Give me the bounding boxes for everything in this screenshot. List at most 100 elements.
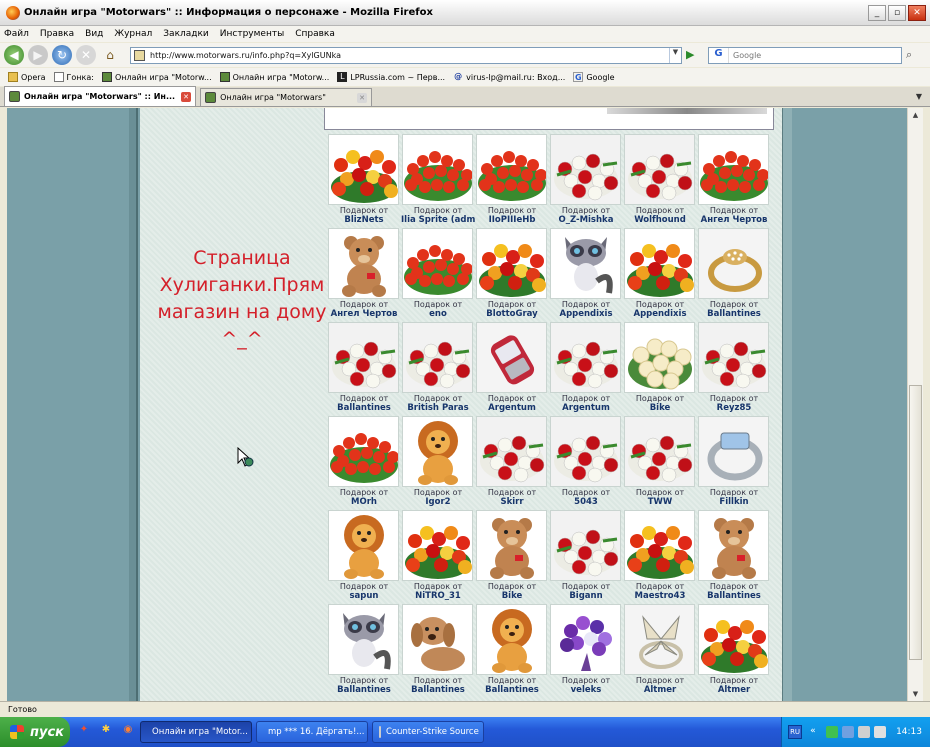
tab-list-dropdown-icon[interactable]: ▼	[912, 92, 926, 106]
gift-item[interactable]: Подарок от Altmer	[623, 604, 697, 698]
gift-sender-name[interactable]: Reyz85	[697, 403, 771, 413]
gift-sender-name[interactable]: Bike	[475, 591, 549, 601]
address-bar[interactable]: http://www.motorwars.ru/info.php?q=XylGU…	[130, 46, 682, 64]
bookmark-lprussia[interactable]: L LPRussia.com ~ Перв...	[337, 72, 445, 82]
gift-item[interactable]: Подарок от IIoPIIIeHb	[475, 134, 549, 228]
search-input[interactable]: Google	[729, 51, 901, 60]
gift-sender-name[interactable]: Altmer	[623, 685, 697, 695]
gift-item[interactable]: Подарок от Reyz85	[697, 322, 771, 416]
back-button[interactable]: ◀	[4, 45, 24, 65]
gift-sender-name[interactable]: Ballantines	[327, 403, 401, 413]
gift-sender-name[interactable]: Altmer	[697, 685, 771, 695]
search-go-icon[interactable]: ⌕	[906, 48, 920, 62]
menu-edit[interactable]: Правка	[40, 29, 74, 39]
gift-sender-name[interactable]: TWW	[623, 497, 697, 507]
gift-item[interactable]: Подарок от British Paras	[401, 322, 475, 416]
menu-history[interactable]: Журнал	[114, 29, 152, 39]
gift-sender-name[interactable]: Argentum	[475, 403, 549, 413]
tray-volume-icon[interactable]	[874, 726, 887, 738]
gift-item[interactable]: Подарок от BlottoGray	[475, 228, 549, 322]
tray-clover-icon[interactable]	[826, 726, 839, 738]
gift-item[interactable]: Подарок от Ilia Sprite (adm)	[401, 134, 475, 228]
scroll-thumb[interactable]	[909, 385, 922, 660]
gift-item[interactable]: Подарок от Ballantines	[327, 322, 401, 416]
gift-sender-name[interactable]: Ballantines	[475, 685, 549, 695]
gift-sender-name[interactable]: Igor2	[401, 497, 475, 507]
gift-sender-name[interactable]: Bike	[623, 403, 697, 413]
search-engine-icon[interactable]: G	[709, 47, 729, 63]
gift-item[interactable]: Подарок от eno	[401, 228, 475, 322]
gift-item[interactable]: Подарок от MOrh	[327, 416, 401, 510]
gift-item[interactable]: Подарок от Argentum	[549, 322, 623, 416]
menu-help[interactable]: Справка	[295, 29, 335, 39]
menu-tools[interactable]: Инструменты	[220, 29, 284, 39]
vertical-scrollbar[interactable]: ▲ ▼	[907, 108, 923, 701]
home-button[interactable]: ⌂	[100, 45, 120, 65]
bookmark-motorwars-2[interactable]: Онлайн игра "Motorw...	[219, 72, 329, 82]
gift-sender-name[interactable]: Wolfhound	[623, 215, 697, 225]
bookmark-mail[interactable]: @ virus-lp@mail.ru: Вход...	[453, 72, 565, 82]
gift-sender-name[interactable]: BlottoGray	[475, 309, 549, 319]
gift-item[interactable]: Подарок от Appendixis	[623, 228, 697, 322]
gift-item[interactable]: Подарок от Maestro43	[623, 510, 697, 604]
gift-item[interactable]: Подарок от O_Z-Mishka	[549, 134, 623, 228]
gift-item[interactable]: Подарок от Ballantines	[327, 604, 401, 698]
bookmark-google[interactable]: G Google	[573, 72, 615, 82]
scroll-up-icon[interactable]: ▲	[908, 108, 923, 122]
bookmark-opera[interactable]: Opera	[8, 72, 46, 82]
tab-motorwars[interactable]: Онлайн игра "Motorwars" ✕	[200, 88, 373, 106]
quicklaunch-browser-icon[interactable]: ◉	[120, 724, 136, 740]
reload-button[interactable]: ↻	[52, 45, 72, 65]
gift-item[interactable]: Подарок от Altmer	[697, 604, 771, 698]
gift-sender-name[interactable]: BlizNets	[327, 215, 401, 225]
task-player[interactable]: mp *** 16. Дёргать!...	[256, 721, 368, 743]
gift-item[interactable]: Подарок от Skirr	[475, 416, 549, 510]
tray-arrow-icon[interactable]: «	[810, 726, 822, 738]
gift-item[interactable]: Подарок от Argentum	[475, 322, 549, 416]
start-button[interactable]: пуск	[0, 717, 70, 747]
gift-item[interactable]: Подарок от Appendixis	[549, 228, 623, 322]
close-tab-icon[interactable]: ✕	[357, 92, 368, 103]
gift-sender-name[interactable]: Ангел Чертов	[697, 215, 771, 225]
url-dropdown-icon[interactable]: ▼	[669, 47, 681, 63]
scroll-down-icon[interactable]: ▼	[908, 687, 923, 701]
menu-bookmarks[interactable]: Закладки	[163, 29, 209, 39]
gift-sender-name[interactable]: sapun	[327, 591, 401, 601]
gift-sender-name[interactable]: 5043	[549, 497, 623, 507]
gift-sender-name[interactable]: Ballantines	[327, 685, 401, 695]
gift-sender-name[interactable]: eno	[401, 309, 475, 319]
gift-item[interactable]: Подарок от Bike	[475, 510, 549, 604]
gift-item[interactable]: Подарок от BlizNets	[327, 134, 401, 228]
tray-app-icon[interactable]	[858, 726, 871, 738]
maximize-button[interactable]: ▫	[888, 4, 906, 21]
gift-sender-name[interactable]: British Paras	[401, 403, 475, 413]
gift-sender-name[interactable]: MOrh	[327, 497, 401, 507]
language-indicator[interactable]: RU	[788, 725, 803, 739]
close-tab-icon[interactable]: ✕	[181, 91, 192, 102]
gift-sender-name[interactable]: Appendixis	[623, 309, 697, 319]
gift-item[interactable]: Подарок от Bigann	[549, 510, 623, 604]
gift-sender-name[interactable]: Maestro43	[623, 591, 697, 601]
gift-sender-name[interactable]: Ангел Чертов	[327, 309, 401, 319]
task-counter-strike[interactable]: Counter-Strike Source	[372, 721, 484, 743]
stop-button[interactable]: ✕	[76, 45, 96, 65]
bookmark-motorwars-1[interactable]: Онлайн игра "Motorw...	[101, 72, 212, 82]
task-firefox[interactable]: Онлайн игра "Motor...	[140, 721, 252, 743]
gift-sender-name[interactable]: Skirr	[475, 497, 549, 507]
gift-sender-name[interactable]: IIoPIIIeHb	[475, 215, 549, 225]
gift-item[interactable]: Подарок от NiTRO_31	[401, 510, 475, 604]
close-button[interactable]: ✕	[908, 4, 926, 21]
gift-item[interactable]: Подарок от sapun	[327, 510, 401, 604]
gift-sender-name[interactable]: Argentum	[549, 403, 623, 413]
tab-info[interactable]: Онлайн игра "Motorwars" :: Ин... ✕	[4, 86, 197, 106]
gift-item[interactable]: Подарок от 5043	[549, 416, 623, 510]
quicklaunch-gear-icon[interactable]: ✱	[98, 724, 114, 740]
gift-sender-name[interactable]: Bigann	[549, 591, 623, 601]
gift-item[interactable]: Подарок от TWW	[623, 416, 697, 510]
gift-sender-name[interactable]: veleks	[549, 685, 623, 695]
gift-item[interactable]: Подарок от Ангел Чертов	[697, 134, 771, 228]
gift-item[interactable]: Подарок от Ангел Чертов	[327, 228, 401, 322]
gift-sender-name[interactable]: O_Z-Mishka	[549, 215, 623, 225]
gift-sender-name[interactable]: Ilia Sprite (adm)	[401, 215, 475, 225]
forward-button[interactable]: ▶	[28, 45, 48, 65]
